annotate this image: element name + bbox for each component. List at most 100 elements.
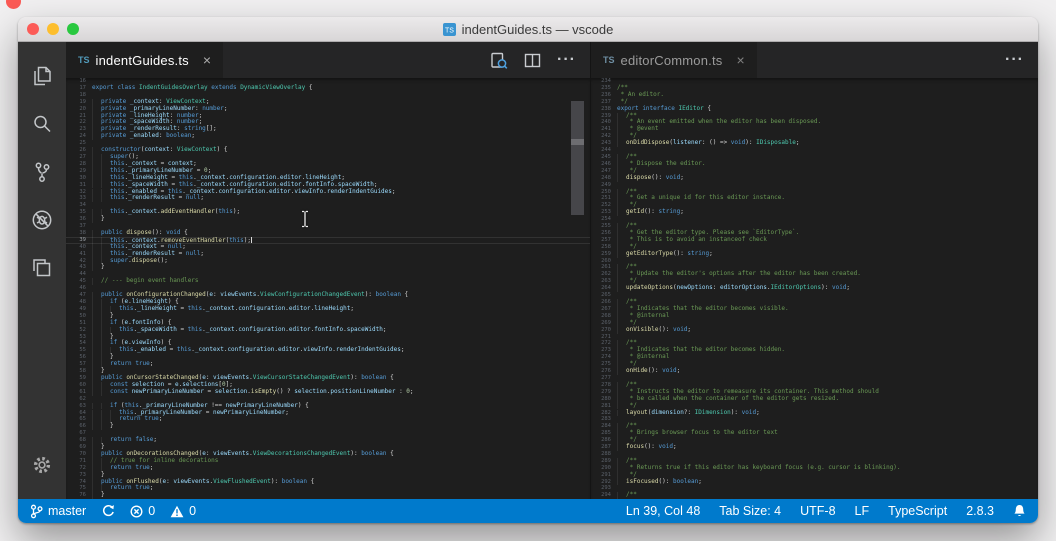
close-window-button[interactable] [27,23,39,35]
code-line[interactable]: 265 [591,292,1038,299]
code-line[interactable]: 75 return true; [66,485,590,493]
code-line[interactable]: 287 focus(): void; [591,443,1038,451]
code-line[interactable]: 293 [591,485,1038,492]
code-line[interactable]: 57 return true; [66,360,590,369]
errors-status[interactable]: 0 [130,504,155,518]
code-line[interactable]: 270 onVisible(): void; [591,326,1038,334]
cursor-position-status[interactable]: Ln 39, Col 48 [626,504,700,518]
code-line[interactable]: 26 constructor(context: ViewContext) { [66,146,590,154]
code-line[interactable]: 259 getEditorType(): string; [591,250,1038,258]
search-icon[interactable] [18,100,66,148]
code-line[interactable]: 76} [66,491,590,499]
code-line[interactable]: 35 this._context.addEventHandler(this); [66,208,590,217]
open-preview-icon[interactable] [489,51,508,70]
code-line[interactable]: 249 [591,182,1038,189]
minimize-window-button[interactable] [47,23,59,35]
code-line[interactable]: 285 * Brings browser focus to the editor… [591,429,1038,438]
code-text: public onFlushed(e: viewEvents.ViewFlush… [92,478,590,486]
code-line[interactable]: 274 * @internal [591,353,1038,362]
code-line[interactable]: 248 dispose(): void; [591,174,1038,182]
code-line[interactable]: 268 * @internal [591,312,1038,320]
code-line[interactable]: 283 [591,416,1038,423]
code-line[interactable]: 271 [591,334,1038,341]
code-line[interactable]: 288 [591,451,1038,458]
code-line[interactable]: 38 public dispose(): void { [66,229,590,237]
line-number: 272 [601,340,611,347]
eol-status[interactable]: LF [855,504,870,518]
source-control-icon[interactable] [18,148,66,196]
code-line[interactable]: 43} [66,264,590,272]
code-line[interactable]: 24 private _enabled: boolean; [66,132,590,141]
code-line[interactable]: 243 onDidDispose(listener: () => void): I… [591,139,1038,148]
code-line[interactable]: 72 return true; [66,464,590,472]
close-tab-icon[interactable]: × [737,52,745,68]
code-line[interactable]: 246 * Dispose the editor. [591,160,1038,168]
code-text: return true; [92,360,590,369]
code-editor-editorcommon[interactable]: 234 235/** 236 * An editor. 237 */238 export… [591,78,1038,499]
code-line[interactable]: 33 this._renderResult = null; [66,194,590,203]
code-line[interactable]: 264 updateOptions(newOptions: editorOptio… [591,284,1038,293]
line-number: 282 [601,409,611,416]
code-line[interactable]: 45 // --- begin event handlers [66,277,590,286]
code-editor-indentguides[interactable]: 16 17 export class IndentGuidesOverlay ext… [66,78,590,499]
code-line[interactable]: 36} [66,215,590,224]
code-line[interactable]: 66} [66,422,590,431]
tab-size-status[interactable]: Tab Size: 4 [719,504,781,518]
code-line[interactable]: 251 * Get a unique id for this editor in… [591,194,1038,203]
code-line[interactable]: 282 layout(dimension?: IDimension): void; [591,409,1038,417]
code-text: return true; [92,485,590,493]
code-line[interactable]: 280 * be called when the container of th… [591,395,1038,403]
explorer-icon[interactable] [18,52,66,100]
editor-scrollbar[interactable] [571,101,584,215]
code-line[interactable]: 254 [591,216,1038,223]
line-number: 58 [79,368,86,375]
code-line[interactable]: 236 * An editor. [591,91,1038,99]
notifications-bell-icon[interactable] [1013,504,1026,518]
zoom-window-button[interactable] [67,23,79,35]
debug-icon[interactable] [18,196,66,244]
code-line[interactable]: 238 export interface IEditor { [591,105,1038,113]
code-line[interactable]: 253 getId(): string; [591,208,1038,217]
code-text: super.dispose(); [92,257,590,265]
line-number: 26 [79,147,86,154]
encoding-status[interactable]: UTF-8 [800,504,835,518]
language-status[interactable]: TypeScript [888,504,947,518]
code-line[interactable]: 276 onHide(): void; [591,367,1038,375]
close-tab-icon[interactable]: × [203,52,211,68]
extensions-icon[interactable] [18,244,66,292]
code-line[interactable]: 260 [591,258,1038,265]
code-line[interactable]: 42 super.dispose(); [66,257,590,265]
background-window-close-icon [6,0,21,9]
typescript-version-status[interactable]: 2.8.3 [966,504,994,518]
tab-indentguides-ts[interactable]: TS indentGuides.ts × [66,42,224,78]
tab-editorcommon-ts[interactable]: TS editorCommon.ts × [591,42,757,78]
line-number: 238 [601,105,611,112]
code-line[interactable]: 262 * Update the editor's options after … [591,270,1038,279]
line-number: 46 [79,285,86,292]
code-line[interactable]: 68 return false; [66,436,590,445]
code-line[interactable]: 294 /** [591,491,1038,499]
code-line[interactable]: 241 * @event [591,125,1038,134]
code-line[interactable]: 55 this._enabled = this._context.configur… [66,346,590,355]
sync-status[interactable] [101,504,115,518]
line-number: 74 [79,478,86,485]
split-editor-icon[interactable] [523,51,542,70]
code-text: * @event [617,125,1038,134]
code-line[interactable]: 49 this._lineHeight = this._context.confi… [66,305,590,313]
code-line[interactable]: 292 isFocused(): boolean; [591,478,1038,486]
code-line[interactable]: 17 export class IndentGuidesOverlay exten… [66,84,590,92]
more-actions-icon[interactable]: ··· [557,52,576,68]
code-line[interactable]: 234 [591,78,1038,85]
code-line[interactable]: 65 return true; [66,415,590,424]
warnings-status[interactable]: 0 [170,504,196,518]
code-line[interactable]: 61 const newPrimaryLineNumber = selection… [66,388,590,396]
git-branch-status[interactable]: master [30,504,86,519]
code-line[interactable]: 244 [591,147,1038,154]
code-line[interactable]: 257 * This is to avoid an instanceof che… [591,236,1038,244]
more-actions-icon[interactable]: ··· [1005,52,1024,68]
settings-gear-icon[interactable] [18,441,66,489]
code-line[interactable]: 277 [591,375,1038,382]
code-line[interactable]: 290 * Returns true if this editor has ke… [591,464,1038,472]
titlebar[interactable]: TS indentGuides.ts — vscode [18,17,1038,42]
code-line[interactable]: 52 this._spaceWidth = this._context.confi… [66,326,590,334]
